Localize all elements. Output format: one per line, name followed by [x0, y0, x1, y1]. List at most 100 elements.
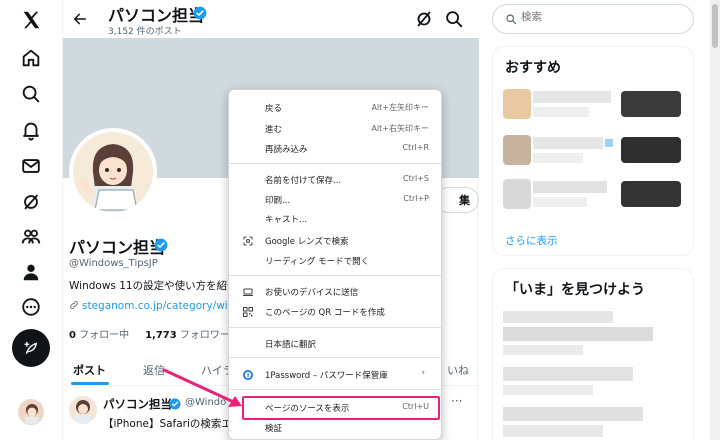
menu-item-forward[interactable]: 進む Alt+右矢印キー	[229, 120, 441, 138]
browser-context-menu: 戻る Alt+左矢印キー 進む Alt+右矢印キー 再読み込み Ctrl+R 名…	[228, 89, 442, 440]
menu-label: 1Password – パスワード保管庫	[265, 371, 388, 381]
compose-post-button[interactable]	[12, 329, 50, 367]
blurred-avatar	[503, 135, 531, 165]
back-arrow-icon[interactable]	[69, 8, 91, 30]
blurred-avatar	[503, 89, 531, 119]
menu-item-save-as[interactable]: 名前を付けて保存... Ctrl+S	[229, 171, 441, 189]
menu-item-print[interactable]: 印刷... Ctrl+P	[229, 191, 441, 209]
menu-divider	[229, 357, 441, 358]
followers-count[interactable]: 1,773	[145, 330, 177, 341]
menu-item-translate[interactable]: 日本語に翻訳	[229, 335, 441, 353]
follow-stats: 0 フォロー中 1,773 フォロワー	[69, 326, 230, 341]
menu-label: キャスト...	[265, 215, 308, 225]
verified-badge-icon	[154, 238, 168, 252]
post-count: 3,152 件のポスト	[108, 27, 182, 37]
blurred-badge	[605, 139, 613, 147]
menu-item-reload[interactable]: 再読み込み Ctrl+R	[229, 140, 441, 158]
blurred-follow-button[interactable]	[621, 91, 681, 117]
blurred-trend[interactable]	[503, 345, 583, 355]
x-logo-icon[interactable]	[17, 6, 45, 34]
header-profile-name: パソコン担当	[108, 6, 205, 25]
search-icon	[506, 14, 517, 25]
menu-divider	[229, 275, 441, 276]
menu-label: 進む	[265, 125, 283, 135]
following-count[interactable]: 0	[69, 330, 76, 341]
blurred-follow-button[interactable]	[621, 181, 681, 207]
menu-label: お使いのデバイスに送信	[265, 288, 359, 298]
google-lens-icon	[243, 236, 253, 246]
menu-label: このページの QR コードを作成	[265, 308, 385, 318]
profile-bio: Windows 11の設定や使い方を紹介	[69, 280, 238, 292]
profile-link-text[interactable]: steganom.co.jp/category/windo	[82, 300, 247, 312]
menu-item-back[interactable]: 戻る Alt+左矢印キー	[229, 99, 441, 117]
menu-item-1password[interactable]: 1Password – パスワード保管庫 ›	[229, 366, 441, 384]
menu-item-send-to-device[interactable]: お使いのデバイスに送信	[229, 283, 441, 301]
menu-shortcut: Ctrl+P	[403, 194, 429, 203]
communities-icon[interactable]	[17, 223, 45, 251]
profile-header-bar: パソコン担当 3,152 件のポスト	[63, 0, 479, 38]
menu-item-google-lens[interactable]: Google レンズで検索	[229, 232, 441, 250]
search-box[interactable]	[492, 4, 694, 34]
blurred-avatar	[503, 179, 531, 209]
recommended-users-card: おすすめ さらに表示	[492, 46, 694, 256]
blurred-name	[533, 181, 607, 193]
following-label[interactable]: フォロー中	[79, 330, 129, 341]
post-more-icon[interactable]: ···	[451, 394, 462, 408]
laptop-icon	[243, 288, 253, 296]
show-more-link[interactable]: さらに表示	[505, 233, 558, 248]
menu-item-cast[interactable]: キャスト...	[229, 210, 441, 228]
menu-shortcut: Ctrl+R	[402, 143, 430, 152]
menu-label: 印刷...	[265, 196, 291, 206]
explore-search-icon[interactable]	[17, 80, 45, 108]
menu-item-reading-mode[interactable]: リーディング モードで開く	[229, 252, 441, 270]
tab-likes[interactable]: いね	[447, 362, 469, 378]
menu-divider	[229, 389, 441, 390]
blurred-trend[interactable]	[503, 311, 613, 323]
verified-badge-icon	[193, 6, 207, 20]
grok-icon[interactable]	[17, 188, 45, 216]
active-tab-indicator	[71, 382, 109, 385]
annotation-arrow-icon	[162, 368, 242, 407]
profile-name: パソコン担当	[69, 238, 166, 257]
blurred-trend[interactable]	[503, 385, 593, 395]
menu-item-qr-code[interactable]: このページの QR コードを作成	[229, 303, 441, 321]
followers-label[interactable]: フォロワー	[180, 330, 230, 341]
search-input[interactable]	[521, 11, 681, 23]
blurred-trend[interactable]	[503, 367, 633, 381]
menu-label: Google レンズで検索	[265, 237, 349, 247]
link-icon	[70, 301, 78, 309]
menu-divider	[229, 327, 441, 328]
blurred-trend[interactable]	[503, 425, 603, 437]
grok-icon[interactable]	[413, 8, 435, 30]
search-icon[interactable]	[443, 8, 465, 30]
more-circle-icon[interactable]	[17, 293, 45, 321]
post-avatar[interactable]	[69, 396, 97, 424]
menu-label: リーディング モードで開く	[265, 257, 370, 267]
blurred-name	[533, 91, 611, 103]
scrollbar-thumb[interactable]	[712, 4, 718, 48]
menu-shortcut: Ctrl+S	[402, 174, 429, 183]
menu-label: 検証	[265, 424, 283, 434]
blurred-follow-button[interactable]	[621, 137, 681, 163]
submenu-chevron-icon: ›	[421, 368, 425, 378]
page-scrollbar[interactable]	[710, 0, 720, 440]
left-nav	[0, 0, 62, 440]
menu-label: 名前を付けて保存...	[265, 176, 342, 186]
blurred-handle	[533, 197, 587, 207]
profile-link[interactable]: steganom.co.jp/category/windo	[69, 300, 247, 312]
account-avatar[interactable]	[18, 399, 44, 425]
highlight-box	[242, 396, 440, 420]
messages-mail-icon[interactable]	[17, 152, 45, 180]
menu-label: 戻る	[265, 104, 283, 114]
blurred-trend[interactable]	[503, 407, 643, 421]
tab-posts[interactable]: ポスト	[73, 362, 106, 378]
menu-divider	[229, 163, 441, 164]
home-icon[interactable]	[17, 44, 45, 72]
profile-avatar[interactable]	[69, 128, 157, 216]
menu-item-inspect[interactable]: 検証	[229, 419, 441, 437]
menu-shortcut: Alt+左矢印キー	[371, 103, 429, 112]
notifications-bell-icon[interactable]	[17, 116, 45, 144]
trends-card: 「いま」を見つけよう	[492, 268, 694, 440]
blurred-trend[interactable]	[503, 327, 653, 341]
profile-icon[interactable]	[17, 258, 45, 286]
